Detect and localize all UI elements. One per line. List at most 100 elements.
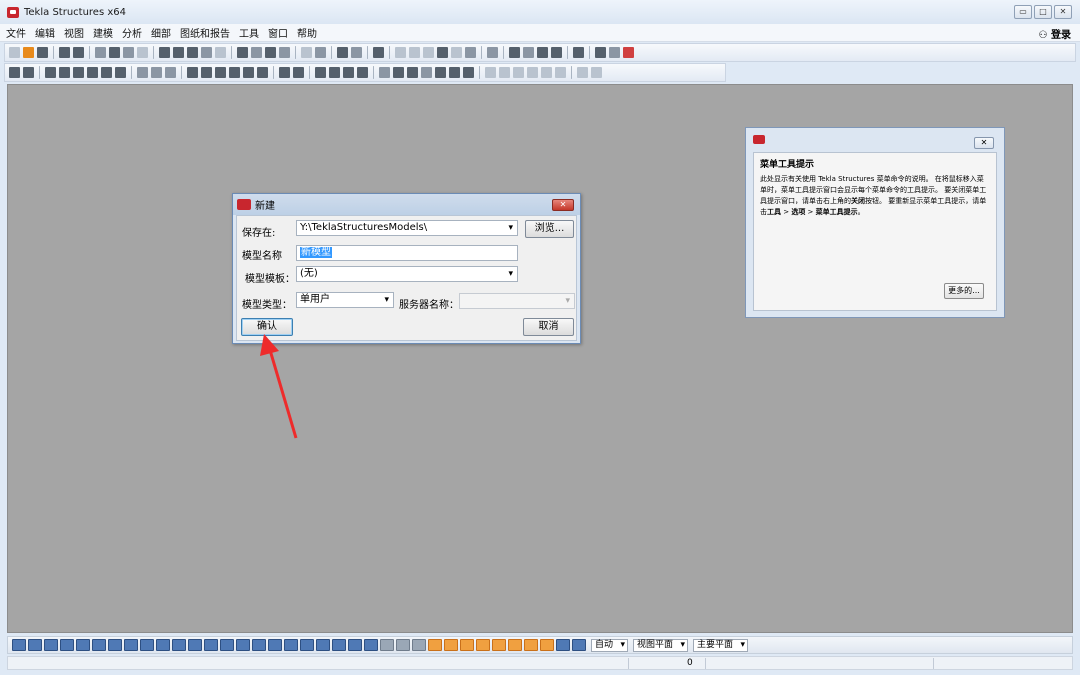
tool-icon[interactable] [351, 47, 362, 58]
tool-icon[interactable] [523, 47, 534, 58]
tool-icon[interactable] [257, 67, 268, 78]
tool-icon[interactable] [237, 47, 248, 58]
template-select[interactable]: (无) [296, 266, 518, 282]
model-name-input[interactable]: 新模型 [296, 245, 518, 261]
tool-icon[interactable] [151, 67, 162, 78]
beam-icon[interactable] [59, 67, 70, 78]
snap-icon[interactable] [492, 639, 506, 651]
tool-icon[interactable] [609, 47, 620, 58]
tool-icon[interactable] [513, 67, 524, 78]
select-icon[interactable] [172, 639, 186, 651]
save-in-select[interactable]: Y:\TeklaStructuresModels\ [296, 220, 518, 236]
tool-icon[interactable] [541, 67, 552, 78]
select-icon[interactable] [396, 639, 410, 651]
tool-icon[interactable] [73, 67, 84, 78]
menu-analysis[interactable]: 分析 [122, 25, 142, 40]
menu-view[interactable]: 视图 [64, 25, 84, 40]
tool-icon[interactable] [357, 67, 368, 78]
tool-icon[interactable] [115, 67, 126, 78]
cancel-button[interactable]: 取消 [523, 318, 574, 336]
select-icon[interactable] [348, 639, 362, 651]
tool-icon[interactable] [293, 67, 304, 78]
select-icon[interactable] [236, 639, 250, 651]
select-icon[interactable] [12, 639, 26, 651]
tool-icon[interactable] [573, 47, 584, 58]
tool-icon[interactable] [623, 47, 634, 58]
tool-icon[interactable] [123, 47, 134, 58]
tool-icon[interactable] [435, 67, 446, 78]
select-icon[interactable] [300, 639, 314, 651]
select-icon[interactable] [76, 639, 90, 651]
select-icon[interactable] [60, 639, 74, 651]
select-icon[interactable] [44, 639, 58, 651]
select-icon[interactable] [364, 639, 378, 651]
tool-icon[interactable] [95, 47, 106, 58]
select-icon[interactable] [332, 639, 346, 651]
tool-icon[interactable] [137, 67, 148, 78]
tool-icon[interactable] [555, 67, 566, 78]
menu-drawings-reports[interactable]: 图纸和报告 [180, 25, 230, 40]
tool-icon[interactable] [527, 67, 538, 78]
tool-icon[interactable] [23, 67, 34, 78]
tool-icon[interactable] [251, 47, 262, 58]
select-icon[interactable] [28, 639, 42, 651]
tool-icon[interactable] [421, 67, 432, 78]
tool-icon[interactable] [315, 47, 326, 58]
tool-icon[interactable] [201, 67, 212, 78]
menu-edit[interactable]: 编辑 [35, 25, 55, 40]
tool-icon[interactable] [595, 47, 606, 58]
select-icon[interactable] [252, 639, 266, 651]
login-link[interactable]: ⚇ 登录 [1039, 26, 1071, 41]
tool-icon[interactable] [265, 47, 276, 58]
tool-icon[interactable] [87, 67, 98, 78]
select-icon[interactable] [92, 639, 106, 651]
pointer-icon[interactable] [412, 639, 426, 651]
tool-icon[interactable] [279, 47, 290, 58]
tool-icon[interactable] [499, 67, 510, 78]
tool-icon[interactable] [9, 67, 20, 78]
auto-select[interactable]: 自动 [591, 638, 629, 652]
snap-icon[interactable] [444, 639, 458, 651]
tool-icon[interactable] [215, 67, 226, 78]
save-icon[interactable] [37, 47, 48, 58]
select-icon[interactable] [108, 639, 122, 651]
tool-icon[interactable] [509, 47, 520, 58]
main-plane-select[interactable]: 主要平面 [693, 638, 749, 652]
tooltip-close-button[interactable]: ✕ [974, 137, 994, 149]
tool-icon[interactable] [393, 67, 404, 78]
snap-icon[interactable] [476, 639, 490, 651]
select-icon[interactable] [156, 639, 170, 651]
tool-icon[interactable] [451, 47, 462, 58]
tool-icon[interactable] [173, 47, 184, 58]
more-button[interactable]: 更多的... [944, 283, 984, 299]
undo-icon[interactable] [59, 47, 70, 58]
snap-icon[interactable] [508, 639, 522, 651]
snap-icon[interactable] [428, 639, 442, 651]
tool-icon[interactable] [487, 47, 498, 58]
tool-icon[interactable] [165, 67, 176, 78]
tool-icon[interactable] [187, 67, 198, 78]
menu-detailing[interactable]: 细部 [151, 25, 171, 40]
tool-icon[interactable] [409, 47, 420, 58]
open-icon[interactable] [23, 47, 34, 58]
tool-icon[interactable] [465, 47, 476, 58]
tool-icon[interactable] [407, 67, 418, 78]
tool-icon[interactable] [337, 47, 348, 58]
ok-button[interactable]: 确认 [241, 318, 293, 336]
snap-icon[interactable] [540, 639, 554, 651]
select-icon[interactable] [188, 639, 202, 651]
tool-icon[interactable] [109, 47, 120, 58]
close-button[interactable]: ✕ [1054, 5, 1072, 19]
menu-help[interactable]: 帮助 [297, 25, 317, 40]
menu-window[interactable]: 窗口 [268, 25, 288, 40]
tool-icon[interactable] [329, 67, 340, 78]
tool-icon[interactable] [215, 47, 226, 58]
snap-icon[interactable] [460, 639, 474, 651]
tool-icon[interactable] [101, 67, 112, 78]
tool-icon[interactable] [437, 47, 448, 58]
new-icon[interactable] [9, 47, 20, 58]
tool-icon[interactable] [137, 47, 148, 58]
menu-file[interactable]: 文件 [6, 25, 26, 40]
tool-icon[interactable] [187, 47, 198, 58]
select-icon[interactable] [140, 639, 154, 651]
